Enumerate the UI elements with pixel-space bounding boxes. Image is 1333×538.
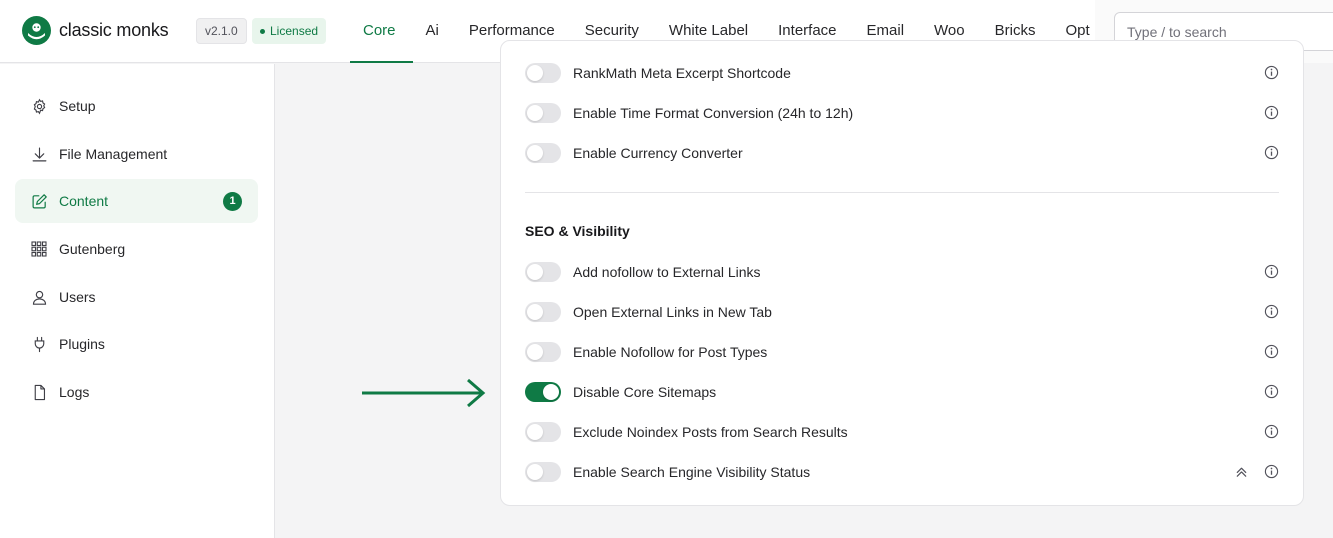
setting-label: RankMath Meta Excerpt Shortcode <box>573 65 791 81</box>
sidebar-item-label: Users <box>59 289 96 305</box>
info-icon[interactable] <box>1264 344 1279 359</box>
gear-icon <box>30 97 48 115</box>
setting-row-external-new-tab: Open External Links in New Tab <box>525 300 1281 324</box>
tab-core[interactable]: Core <box>350 0 413 63</box>
sidebar-item-label: Gutenberg <box>59 241 126 257</box>
content-count-badge: 1 <box>223 192 242 211</box>
info-icon[interactable] <box>1264 424 1279 439</box>
info-icon[interactable] <box>1264 264 1279 279</box>
info-icon[interactable] <box>1264 304 1279 319</box>
chevrons-up-icon[interactable] <box>1234 464 1249 479</box>
sidebar-item-setup[interactable]: Setup <box>15 84 258 128</box>
toggle-switch[interactable] <box>525 143 561 163</box>
setting-row-search-visibility: Enable Search Engine Visibility Status <box>525 460 1281 484</box>
tab-ai[interactable]: Ai <box>413 0 456 63</box>
toggle-switch[interactable] <box>525 342 561 362</box>
plug-icon <box>30 335 48 353</box>
file-icon <box>30 383 48 401</box>
setting-label: Open External Links in New Tab <box>573 304 772 320</box>
section-title-seo: SEO & Visibility <box>525 223 630 239</box>
setting-row-time-format: Enable Time Format Conversion (24h to 12… <box>525 101 1281 125</box>
setting-row-rankmath-excerpt: RankMath Meta Excerpt Shortcode <box>525 61 1281 85</box>
toggle-switch[interactable] <box>525 302 561 322</box>
info-icon[interactable] <box>1264 464 1279 479</box>
info-icon[interactable] <box>1264 105 1279 120</box>
toggle-switch[interactable] <box>525 382 561 402</box>
download-icon <box>30 145 48 163</box>
toggle-switch[interactable] <box>525 462 561 482</box>
version-badge: v2.1.0 <box>196 18 247 44</box>
sidebar-item-logs[interactable]: Logs <box>15 370 258 414</box>
toggle-switch[interactable] <box>525 63 561 83</box>
info-icon[interactable] <box>1264 65 1279 80</box>
sidebar-item-label: Content <box>59 193 109 209</box>
setting-label: Add nofollow to External Links <box>573 264 761 280</box>
grid-icon <box>30 240 48 258</box>
settings-card: RankMath Meta Excerpt Shortcode Enable T… <box>500 40 1304 506</box>
sidebar-item-users[interactable]: Users <box>15 275 258 319</box>
setting-row-nofollow-external: Add nofollow to External Links <box>525 260 1281 284</box>
setting-label: Disable Core Sitemaps <box>573 384 717 400</box>
sidebar: Setup File Management Content 1 Gutenber… <box>0 64 275 538</box>
toggle-switch[interactable] <box>525 103 561 123</box>
sidebar-item-label: Setup <box>59 98 96 114</box>
user-icon <box>30 288 48 306</box>
setting-label: Enable Search Engine Visibility Status <box>573 464 811 480</box>
section-divider <box>525 192 1279 193</box>
toggle-switch[interactable] <box>525 422 561 442</box>
edit-icon <box>30 192 48 210</box>
setting-label: Enable Currency Converter <box>573 145 743 161</box>
sidebar-item-label: File Management <box>59 146 168 162</box>
brand-logo[interactable]: classic monks <box>22 16 169 45</box>
setting-label: Enable Nofollow for Post Types <box>573 344 768 360</box>
toggle-switch[interactable] <box>525 262 561 282</box>
info-icon[interactable] <box>1264 384 1279 399</box>
brand-name: classic monks <box>59 20 169 40</box>
sidebar-item-file-management[interactable]: File Management <box>15 132 258 176</box>
setting-row-nofollow-post-types: Enable Nofollow for Post Types <box>525 340 1281 364</box>
setting-row-exclude-noindex: Exclude Noindex Posts from Search Result… <box>525 420 1281 444</box>
license-badge: Licensed <box>252 18 327 44</box>
monk-logo-icon <box>22 16 51 45</box>
arrow-right-icon <box>362 378 486 408</box>
setting-label: Enable Time Format Conversion (24h to 12… <box>573 105 854 121</box>
info-icon[interactable] <box>1264 145 1279 160</box>
sidebar-item-gutenberg[interactable]: Gutenberg <box>15 227 258 271</box>
setting-row-currency-converter: Enable Currency Converter <box>525 141 1281 165</box>
sidebar-item-plugins[interactable]: Plugins <box>15 322 258 366</box>
sidebar-item-label: Plugins <box>59 336 105 352</box>
sidebar-item-content[interactable]: Content 1 <box>15 179 258 223</box>
setting-row-disable-core-sitemaps: Disable Core Sitemaps <box>525 380 1281 404</box>
setting-label: Exclude Noindex Posts from Search Result… <box>573 424 848 440</box>
sidebar-item-label: Logs <box>59 384 90 400</box>
